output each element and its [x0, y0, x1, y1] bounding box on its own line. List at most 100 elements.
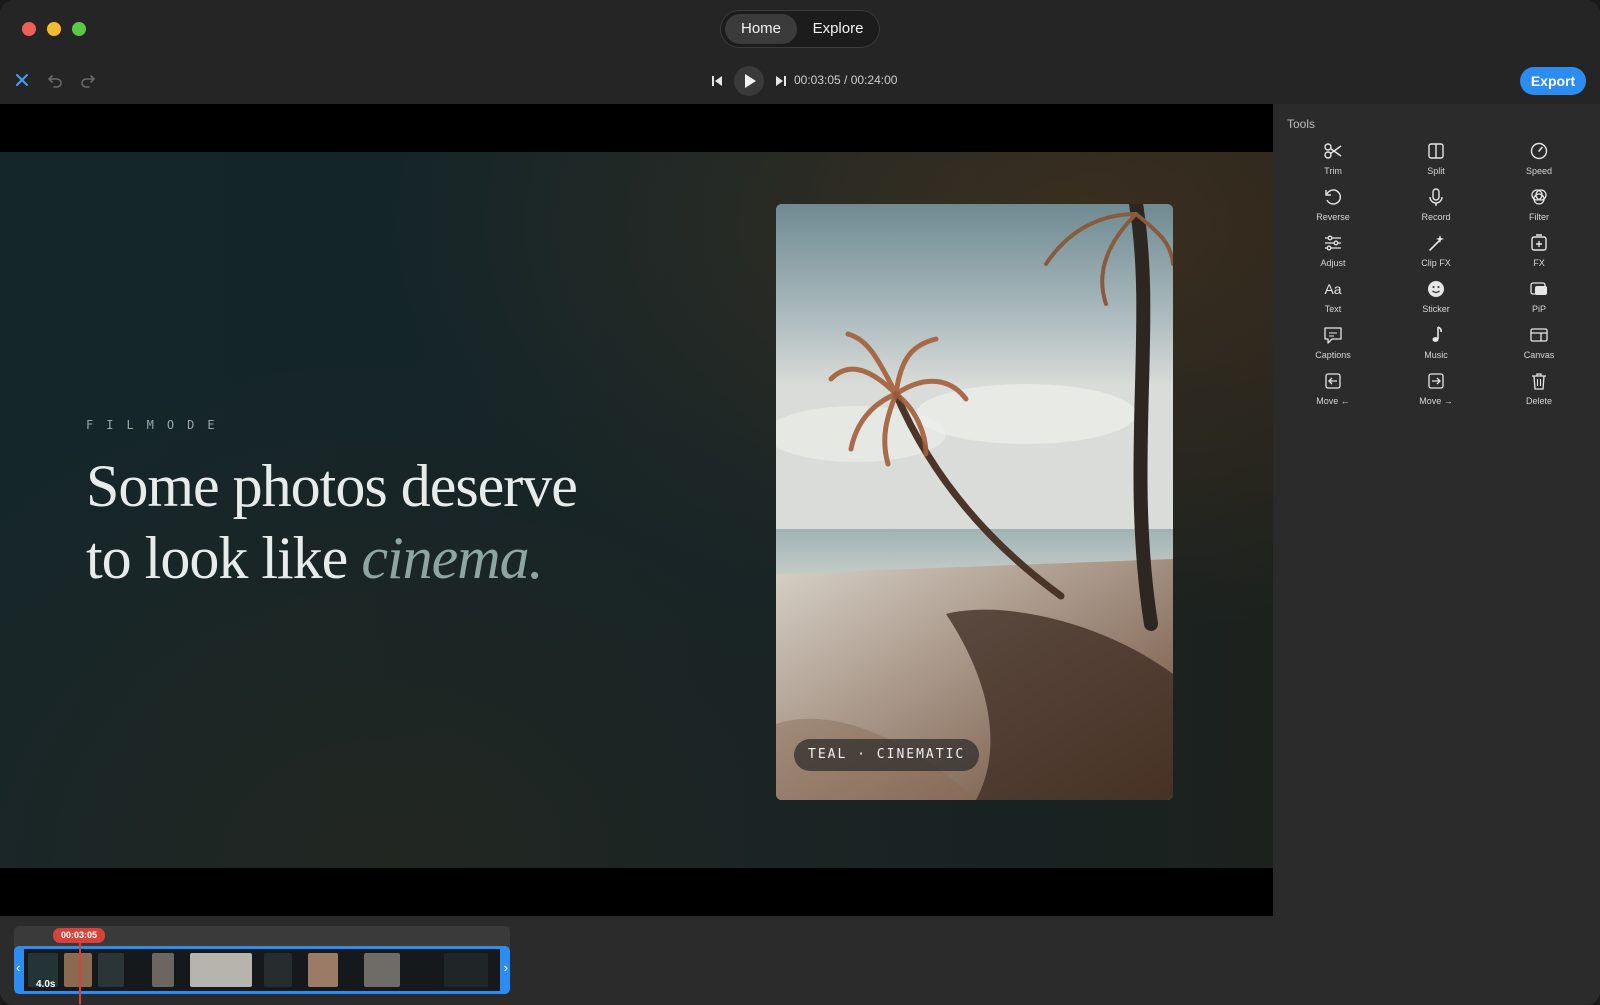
- toolbar: 00:03:05 / 00:24:00 Export: [0, 58, 1600, 104]
- editor-window: Home Explore 00:03:05 / 00:24:00 Export …: [0, 0, 1600, 1005]
- microphone-icon: [1425, 186, 1447, 208]
- speedometer-icon: [1528, 140, 1550, 162]
- clip-thumbnail: [308, 953, 338, 987]
- playhead[interactable]: [79, 942, 81, 1004]
- tool-label: Clip FX: [1421, 258, 1451, 268]
- tool-label: FX: [1533, 258, 1545, 268]
- music-note-icon: [1425, 324, 1447, 346]
- undo-icon[interactable]: [45, 70, 65, 90]
- captions-icon: [1322, 324, 1344, 346]
- headline-emphasis: cinema.: [361, 525, 543, 591]
- tools-title: Tools: [1287, 117, 1316, 131]
- tool-label: Sticker: [1422, 304, 1450, 314]
- video-preview[interactable]: FILMODE Some photos deserve to look like…: [0, 104, 1273, 916]
- fx-icon: [1528, 232, 1550, 254]
- play-button[interactable]: [734, 66, 764, 96]
- trash-icon: [1528, 370, 1550, 392]
- tool-pip[interactable]: PiP: [1499, 278, 1579, 320]
- palm-beach-image: [776, 204, 1173, 800]
- clip-thumbnail: [364, 953, 400, 987]
- tool-adjust[interactable]: Adjust: [1293, 232, 1373, 274]
- clip-duration: 4.0s: [36, 979, 56, 990]
- tool-reverse[interactable]: Reverse: [1293, 186, 1373, 228]
- magic-wand-icon: [1425, 232, 1447, 254]
- preview-frame: FILMODE Some photos deserve to look like…: [0, 152, 1273, 868]
- minimize-window-button[interactable]: [47, 22, 61, 36]
- split-icon: [1425, 140, 1447, 162]
- smiley-icon: [1425, 278, 1447, 300]
- timecode-display: 00:03:05 / 00:24:00: [794, 73, 898, 87]
- export-button[interactable]: Export: [1520, 67, 1586, 95]
- nav-segmented-control: Home Explore: [720, 10, 880, 48]
- text-icon: Aa: [1322, 278, 1344, 300]
- tool-sticker[interactable]: Sticker: [1396, 278, 1476, 320]
- skip-forward-icon[interactable]: [772, 73, 788, 89]
- trim-right-handle[interactable]: ›: [504, 960, 508, 975]
- tool-label: Filter: [1529, 212, 1549, 222]
- headline: Some photos deserve to look like cinema.: [86, 450, 646, 594]
- tool-label: Move →: [1419, 396, 1453, 406]
- clip-thumbnail: [152, 953, 174, 987]
- tool-fx[interactable]: FX: [1499, 232, 1579, 274]
- tool-label: Record: [1421, 212, 1451, 222]
- tool-captions[interactable]: Captions: [1293, 324, 1373, 366]
- clip-strip[interactable]: ‹ 4.0s ›: [14, 946, 510, 994]
- clip-thumbnail: [64, 953, 92, 987]
- tool-label: Speed: [1525, 166, 1553, 176]
- tool-canvas[interactable]: Canvas: [1499, 324, 1579, 366]
- zoom-window-button[interactable]: [72, 22, 86, 36]
- clip-thumbnail: [444, 953, 488, 987]
- tool-label: Delete: [1525, 396, 1552, 406]
- tab-explore[interactable]: Explore: [800, 14, 876, 44]
- clip-thumbnail: [264, 953, 292, 987]
- tool-label: Move ←: [1316, 396, 1350, 406]
- tool-trim[interactable]: Trim: [1293, 140, 1373, 182]
- canvas-icon: [1528, 324, 1550, 346]
- scissors-icon: [1322, 140, 1344, 162]
- tool-text[interactable]: Aa Text: [1293, 278, 1373, 320]
- tool-filter[interactable]: Filter: [1499, 186, 1579, 228]
- skip-back-icon[interactable]: [710, 73, 726, 89]
- tool-split[interactable]: Split: [1396, 140, 1476, 182]
- tool-label: Canvas: [1523, 350, 1555, 360]
- tool-label: Reverse: [1316, 212, 1350, 222]
- title-bar: Home Explore: [0, 0, 1600, 58]
- tool-label: Trim: [1324, 166, 1342, 176]
- reverse-icon: [1322, 186, 1344, 208]
- close-icon[interactable]: [12, 70, 32, 90]
- filter-icon: [1528, 186, 1550, 208]
- tool-record[interactable]: Record: [1396, 186, 1476, 228]
- pip-icon: [1528, 278, 1550, 300]
- svg-text:Aa: Aa: [1324, 281, 1341, 297]
- tool-label: Text: [1324, 304, 1342, 314]
- tool-clip-fx[interactable]: Clip FX: [1396, 232, 1476, 274]
- clip-thumbnails: 4.0s: [24, 949, 500, 991]
- brand-wordmark: FILMODE: [86, 418, 228, 432]
- look-tag: TEAL · CINEMATIC: [794, 739, 980, 771]
- clip-thumbnail: [98, 953, 124, 987]
- move-right-icon: [1425, 370, 1447, 392]
- headline-line-2-prefix: to look like: [86, 525, 362, 591]
- tool-label: PiP: [1531, 304, 1546, 314]
- tool-label: Music: [1424, 350, 1448, 360]
- tool-label: Split: [1427, 166, 1445, 176]
- sliders-icon: [1322, 232, 1344, 254]
- move-left-icon: [1322, 370, 1344, 392]
- trim-left-handle[interactable]: ‹: [16, 960, 20, 975]
- headline-line-2: to look like cinema.: [86, 522, 646, 594]
- close-window-button[interactable]: [22, 22, 36, 36]
- clip-thumbnail: [190, 953, 252, 987]
- redo-icon[interactable]: [78, 70, 98, 90]
- tool-move-left[interactable]: Move ←: [1293, 370, 1373, 412]
- tool-label: Adjust: [1320, 258, 1346, 268]
- tool-music[interactable]: Music: [1396, 324, 1476, 366]
- tab-home[interactable]: Home: [725, 14, 797, 44]
- tool-move-right[interactable]: Move →: [1396, 370, 1476, 412]
- headline-line-1: Some photos deserve: [86, 453, 578, 519]
- palm-beach-photo: TEAL · CINEMATIC: [776, 204, 1173, 800]
- tool-delete[interactable]: Delete: [1499, 370, 1579, 412]
- timeline: ‹ 4.0s › 00:03:05: [0, 916, 1600, 1005]
- playhead-time-badge: 00:03:05: [53, 928, 105, 943]
- tool-speed[interactable]: Speed: [1499, 140, 1579, 182]
- tool-label: Captions: [1315, 350, 1351, 360]
